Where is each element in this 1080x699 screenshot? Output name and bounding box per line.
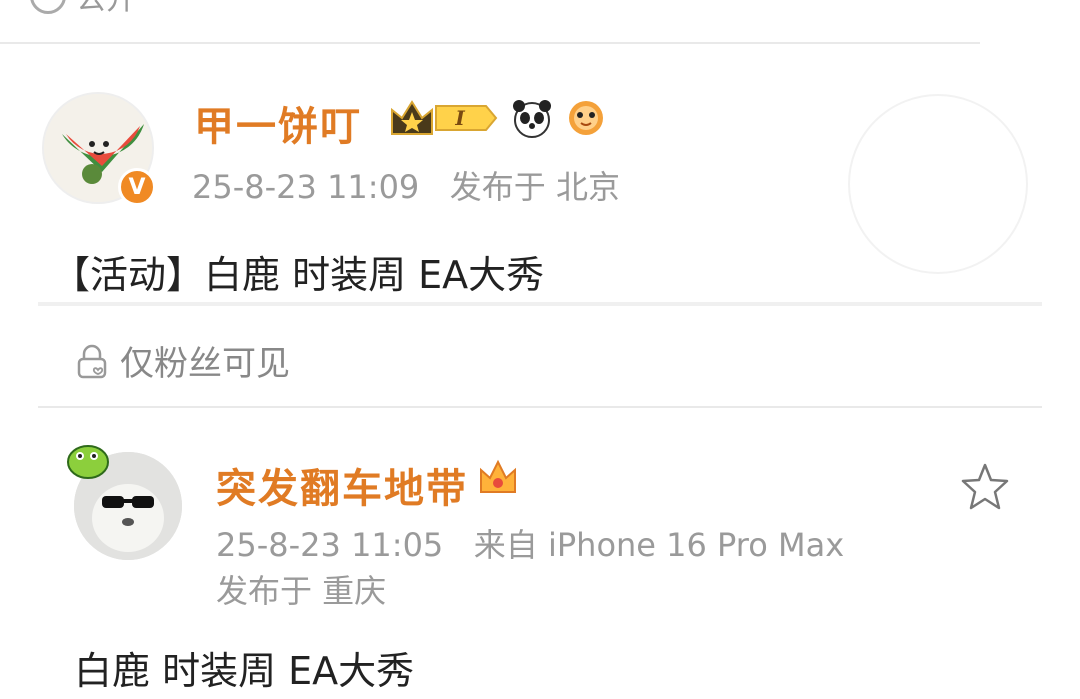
visibility-label: 公开	[76, 0, 136, 18]
author-name[interactable]: 甲一饼叮	[194, 94, 362, 152]
badge-row: I	[388, 96, 608, 140]
frog-sticker-icon	[67, 445, 109, 479]
post-text[interactable]: 【活动】白鹿 时装周 EA大秀	[52, 244, 544, 299]
crown-level-icon: I	[391, 100, 498, 135]
author-name[interactable]: 突发翻车地带	[216, 456, 468, 514]
timestamp: 25-8-23 11:09	[192, 168, 420, 206]
location: 发布于 北京	[449, 168, 620, 206]
post-meta: 25-8-23 11:05 来自 iPhone 16 Pro Max	[216, 520, 844, 566]
post-text[interactable]: 白鹿 时装周 EA大秀	[74, 640, 414, 695]
lock-heart-icon	[77, 344, 107, 378]
timestamp: 25-8-23 11:05	[216, 526, 444, 564]
divider	[38, 302, 1042, 306]
globe-icon	[30, 0, 66, 14]
fans-only-notice: 仅粉丝可见	[74, 336, 290, 385]
favorite-star-icon[interactable]	[958, 460, 1012, 514]
verified-badge: V	[118, 168, 156, 206]
puffer-fish-icon	[564, 96, 608, 140]
panda-icon	[510, 96, 554, 140]
fans-only-label: 仅粉丝可见	[120, 344, 290, 384]
post-meta: 25-8-23 11:09 发布于 北京	[192, 162, 620, 208]
divider	[38, 406, 1042, 408]
level-text: I	[454, 106, 465, 130]
crown-icon	[480, 459, 516, 493]
location: 发布于 重庆	[216, 572, 387, 610]
visibility-row-top: 公开	[30, 0, 136, 18]
divider	[0, 42, 980, 44]
source: 来自 iPhone 16 Pro Max	[473, 526, 845, 564]
decorative-circle	[848, 94, 1028, 274]
